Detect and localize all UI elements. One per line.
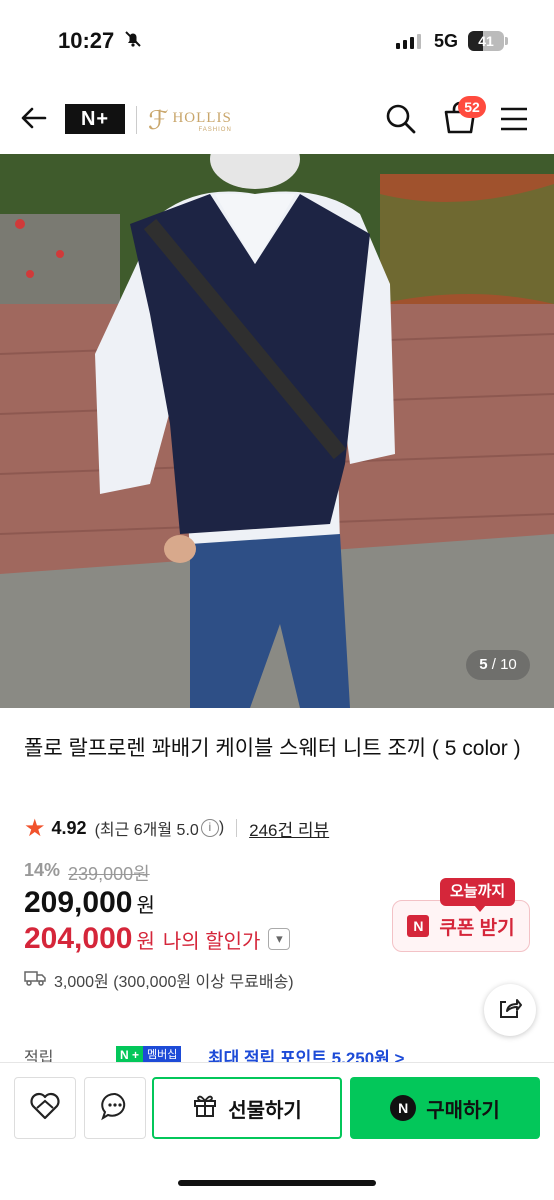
chat-bubble-icon [99, 1090, 131, 1127]
recent-rating: (최근 6개월 5.0 [94, 822, 199, 839]
shipping-text: 3,000원 (300,000원 이상 무료배송) [54, 974, 294, 991]
battery-level: 41 [478, 33, 494, 49]
shipping-info: 3,000원 (300,000원 이상 무료배송) [24, 968, 294, 992]
rating-separator [236, 819, 238, 837]
discount-percent: 14% [24, 860, 61, 880]
menu-icon[interactable] [498, 104, 530, 134]
sale-price: 209,000 원 [24, 886, 155, 919]
star-icon: ★ [24, 814, 46, 842]
brand-logo[interactable]: ℱ HOLLIS FASHION [148, 106, 232, 136]
mute-bell-icon [124, 30, 142, 53]
recent-rating-end: ) [218, 819, 225, 836]
header-divider [136, 106, 137, 134]
back-arrow-icon[interactable] [18, 102, 50, 134]
signal-icon [396, 34, 421, 49]
battery-icon: 41 [468, 31, 504, 51]
product-image[interactable]: 5 / 10 [0, 154, 554, 708]
buy-button[interactable]: N 구매하기 [350, 1077, 540, 1139]
share-button[interactable] [484, 984, 536, 1036]
gift-label: 선물하기 [228, 1099, 302, 1122]
discount-row: 14% 239,000원 [24, 860, 150, 886]
app-header: N+ ℱ HOLLIS FASHION 52 [0, 86, 554, 152]
info-icon[interactable]: i [200, 819, 219, 837]
gallery-counter: 5 / 10 [466, 650, 530, 680]
my-price-amount: 204,000 [24, 922, 133, 955]
product-photo-illustration [0, 154, 554, 708]
rating-score: 4.92 [51, 817, 87, 838]
naver-coupon-icon: N [407, 915, 430, 937]
gift-button[interactable]: 선물하기 [152, 1077, 342, 1139]
my-price-unit: 원 [136, 930, 155, 953]
brand-name: HOLLIS [172, 110, 232, 126]
naver-plus-logo[interactable]: N+ [65, 104, 125, 134]
gift-icon [192, 1092, 218, 1124]
network-type: 5G [434, 31, 459, 51]
brand-mark-icon: ℱ [148, 106, 169, 136]
original-price: 239,000원 [68, 864, 150, 884]
share-icon [497, 995, 523, 1026]
naver-pay-icon: N [390, 1095, 417, 1121]
wishlist-button[interactable] [14, 1077, 76, 1139]
brand-sub: FASHION [198, 127, 232, 133]
my-discount-price[interactable]: 204,000 원 나의 할인가 ▾ [24, 922, 291, 956]
chevron-down-icon[interactable]: ▾ [268, 928, 291, 950]
home-indicator [178, 1180, 376, 1186]
product-title: 폴로 랄프로렌 꽈배기 케이블 스웨터 니트 조끼 ( 5 color ) [24, 737, 521, 760]
cart-count-badge: 52 [458, 96, 486, 118]
rating-row: ★ 4.92 (최근 6개월 5.0 i ) 246건 리뷰 [24, 814, 329, 842]
truck-icon [24, 970, 46, 991]
review-count-link[interactable]: 246건 리뷰 [249, 816, 329, 841]
buy-label: 구매하기 [426, 1099, 500, 1122]
coupon-label: 쿠폰 받기 [439, 917, 515, 939]
search-icon[interactable] [384, 102, 418, 136]
talk-button[interactable] [84, 1077, 146, 1139]
coupon-button[interactable]: N 쿠폰 받기 [392, 900, 530, 952]
status-time: 10:27 [58, 28, 115, 53]
my-price-label: 나의 할인가 [162, 930, 261, 953]
status-bar: 10:27 5G 41 [0, 0, 554, 80]
coupon-deadline-badge: 오늘까지 [440, 878, 516, 912]
heart-icon [28, 1091, 62, 1126]
